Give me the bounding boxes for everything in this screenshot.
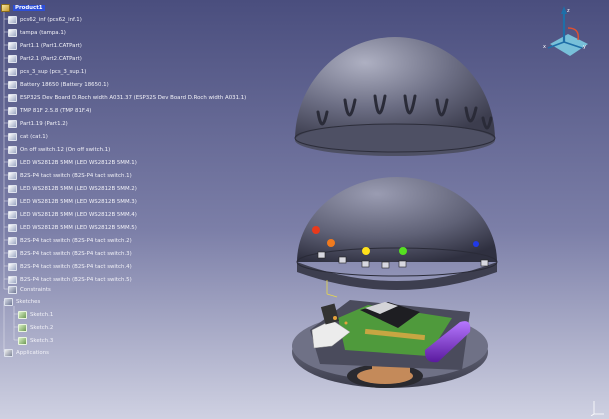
- tree-item[interactable]: tampa (tampa.1): [8, 27, 66, 38]
- sketch-icon: [18, 323, 27, 332]
- led-red: [312, 226, 320, 234]
- led-yellow: [362, 247, 370, 255]
- tree-item[interactable]: B2S-P4 tact switch (B2S-P4 tact switch.1…: [8, 170, 132, 181]
- tree-item[interactable]: Part1.19 (Part1.2): [8, 118, 68, 129]
- tree-item[interactable]: LED WS2812B 5MM (LED WS2812B 5MM.5): [8, 222, 137, 233]
- part-icon: [8, 145, 17, 154]
- compass-y-label: y: [583, 44, 586, 50]
- tree-item[interactable]: Part1.1 (Part1.CATPart): [8, 40, 82, 51]
- tree-item[interactable]: B2S-P4 tact switch (B2S-P4 tact switch.2…: [8, 235, 132, 246]
- part-icon: [8, 236, 17, 245]
- tree-item[interactable]: pcs_3_sup (pcs_3_sup.1): [8, 66, 86, 77]
- tree-root-label: Product1: [13, 4, 45, 11]
- tree-item-label: B2S-P4 tact switch (B2S-P4 tact switch.3…: [20, 250, 132, 257]
- tree-item-label: ESP32S Dev Board D.Roch width A031.37 (E…: [20, 94, 247, 101]
- led-orange: [327, 239, 335, 247]
- top-dome-model[interactable]: [294, 37, 496, 156]
- tree-item-sketch[interactable]: Sketch.3: [18, 335, 53, 346]
- tree-item[interactable]: pcs62_inf (pcs62_inf.1): [8, 14, 82, 25]
- part-icon: [8, 28, 17, 37]
- tree-item-label: Sketch.1: [30, 311, 54, 318]
- tree-item[interactable]: cat (cat.1): [8, 131, 48, 142]
- part-icon: [8, 197, 17, 206]
- tree-item[interactable]: LED WS2812B 5MM (LED WS2812B 5MM.3): [8, 196, 137, 207]
- tree-item-label: cat (cat.1): [20, 133, 48, 140]
- middle-dome-model[interactable]: [296, 177, 498, 290]
- sketches-folder-icon: [4, 297, 13, 306]
- part-icon: [8, 41, 17, 50]
- applications-icon: [4, 348, 13, 357]
- part-icon: [8, 249, 17, 258]
- part-icon: [8, 93, 17, 102]
- tree-item-label: Constraints: [20, 286, 51, 293]
- tree-item-label: Part1.19 (Part1.2): [20, 120, 68, 127]
- part-icon: [8, 223, 17, 232]
- part-icon: [8, 262, 17, 271]
- tree-item-label: B2S-P4 tact switch (B2S-P4 tact switch.5…: [20, 276, 132, 283]
- part-icon: [8, 15, 17, 24]
- part-icon: [8, 67, 17, 76]
- specification-tree[interactable]: Product1 pcs62_inf (pcs62_inf.1) tampa (…: [0, 0, 300, 360]
- tree-item[interactable]: Part2.1 (Part2.CATPart): [8, 53, 82, 64]
- led-green: [399, 247, 407, 255]
- compass-x-label: x: [543, 44, 546, 50]
- part-icon: [8, 275, 17, 284]
- led-blue: [473, 241, 479, 247]
- tree-item-label: B2S-P4 tact switch (B2S-P4 tact switch.2…: [20, 237, 132, 244]
- tree-item-sketches[interactable]: Sketches: [4, 296, 40, 307]
- tree-item-label: B2S-P4 tact switch (B2S-P4 tact switch.4…: [20, 263, 132, 270]
- tree-item-sketch[interactable]: Sketch.2: [18, 322, 53, 333]
- tree-item-label: Part2.1 (Part2.CATPart): [20, 55, 82, 62]
- product-icon: [1, 3, 10, 12]
- tree-item[interactable]: Battery 18650 (Battery 18650.1): [8, 79, 109, 90]
- tree-item-label: LED WS2812B 5MM (LED WS2812B 5MM.1): [20, 159, 137, 166]
- tree-item-label: pcs_3_sup (pcs_3_sup.1): [20, 68, 87, 75]
- tree-item[interactable]: LED WS2812B 5MM (LED WS2812B 5MM.1): [8, 157, 137, 168]
- tree-item[interactable]: LED WS2812B 5MM (LED WS2812B 5MM.4): [8, 209, 137, 220]
- tree-item-label: LED WS2812B 5MM (LED WS2812B 5MM.5): [20, 224, 137, 231]
- tree-item-label: Part1.1 (Part1.CATPart): [20, 42, 82, 49]
- part-icon: [8, 210, 17, 219]
- tree-item-applications[interactable]: Applications: [4, 347, 49, 358]
- tree-item-label: pcs62_inf (pcs62_inf.1): [20, 16, 82, 23]
- tree-root-product1[interactable]: Product1: [1, 2, 45, 13]
- part-icon: [8, 132, 17, 141]
- tree-item-label: Sketch.3: [30, 337, 54, 344]
- tree-item-label: Sketches: [16, 298, 41, 305]
- sketch-icon: [18, 336, 27, 345]
- constraints-icon: [8, 285, 17, 294]
- part-icon: [8, 158, 17, 167]
- compass-widget[interactable]: z x y: [540, 4, 590, 58]
- tree-item-label: LED WS2812B 5MM (LED WS2812B 5MM.4): [20, 211, 137, 218]
- tree-item-label: Sketch.2: [30, 324, 54, 331]
- tree-item-label: tampa (tampa.1): [20, 29, 66, 36]
- sketch-icon: [18, 310, 27, 319]
- tree-item-label: LED WS2812B 5MM (LED WS2812B 5MM.2): [20, 185, 137, 192]
- part-icon: [8, 184, 17, 193]
- tree-item-label: Battery 18650 (Battery 18650.1): [20, 81, 109, 88]
- part-icon: [8, 106, 17, 115]
- tree-item[interactable]: LED WS2812B 5MM (LED WS2812B 5MM.2): [8, 183, 137, 194]
- part-icon: [8, 171, 17, 180]
- tree-item-label: Applications: [16, 349, 49, 356]
- compass-z-label: z: [567, 8, 570, 14]
- tree-item[interactable]: B2S-P4 tact switch (B2S-P4 tact switch.4…: [8, 261, 132, 272]
- part-icon: [8, 119, 17, 128]
- axis-triad-icon: [590, 401, 604, 416]
- tree-item-constraints[interactable]: Constraints: [8, 284, 51, 295]
- tree-item[interactable]: ESP32S Dev Board D.Roch width A031.37 (E…: [8, 92, 246, 103]
- tree-item-label: On off switch.12 (On off switch.1): [20, 146, 111, 153]
- base-plate-model[interactable]: [292, 300, 488, 388]
- tree-item-label: TMP 81F 2.5.8 (TMP 81F.4): [20, 107, 92, 114]
- part-icon: [8, 80, 17, 89]
- tree-item-label: B2S-P4 tact switch (B2S-P4 tact switch.1…: [20, 172, 132, 179]
- part-icon: [8, 54, 17, 63]
- tree-item[interactable]: On off switch.12 (On off switch.1): [8, 144, 110, 155]
- tree-item[interactable]: B2S-P4 tact switch (B2S-P4 tact switch.3…: [8, 248, 132, 259]
- tree-item-label: LED WS2812B 5MM (LED WS2812B 5MM.3): [20, 198, 137, 205]
- tree-item[interactable]: TMP 81F 2.5.8 (TMP 81F.4): [8, 105, 91, 116]
- tree-item-sketch[interactable]: Sketch.1: [18, 309, 53, 320]
